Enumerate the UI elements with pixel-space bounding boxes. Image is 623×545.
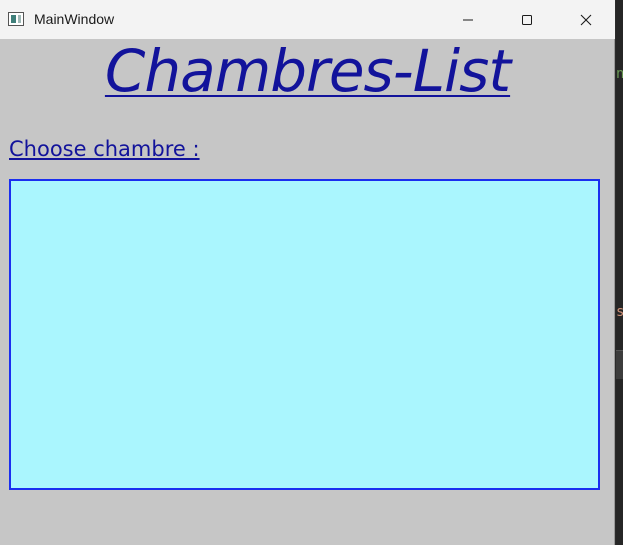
maximize-button[interactable] (499, 0, 555, 39)
minimize-icon (463, 19, 473, 20)
close-icon (580, 14, 592, 25)
background-editor-bar (616, 350, 623, 379)
maximize-icon (522, 14, 532, 25)
main-window: MainWindow Chambres-List Choose chambre … (0, 0, 615, 545)
window-title: MainWindow (34, 11, 115, 27)
chambres-listbox[interactable] (9, 179, 600, 490)
title-bar[interactable]: MainWindow (0, 0, 615, 39)
page-title: Chambres-List (104, 37, 511, 105)
close-button[interactable] (558, 0, 614, 39)
app-icon (8, 12, 24, 26)
minimize-button[interactable] (440, 0, 496, 39)
background-editor-text: s (616, 304, 623, 320)
background-editor-text: n (616, 66, 623, 82)
choose-chambre-label: Choose chambre : (9, 137, 200, 161)
